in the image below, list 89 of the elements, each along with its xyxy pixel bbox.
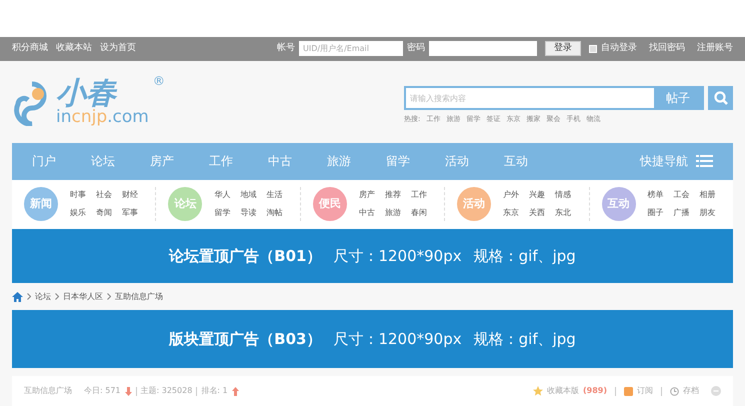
category-link[interactable]: 军事 [122,207,138,220]
star-icon [532,386,543,396]
nav-item[interactable]: 活动 [445,152,504,170]
rss-icon [624,386,633,396]
password-field[interactable] [429,41,537,56]
logo-name: 小春 [56,78,116,109]
collapse-icon [711,386,721,396]
nav-item[interactable]: 互动 [504,152,563,170]
chevron-icon [27,293,31,300]
ad-code: 论坛置顶广告（B01） [169,246,322,268]
category-link[interactable]: 娱乐 [70,207,86,220]
category-link[interactable]: 时事 [70,189,86,202]
category-link[interactable]: 地域 [240,189,256,202]
topic-count: 主题: 325028 [140,385,192,398]
nav-item[interactable]: 留学 [386,152,445,170]
category-link[interactable]: 华人 [214,189,230,202]
top-link[interactable]: 积分商城 [12,42,48,56]
nav-item[interactable]: 论坛 [91,152,150,170]
category-badge[interactable]: 互动 [602,187,636,222]
down-arrow-icon [124,386,132,396]
category-link[interactable]: 朋友 [700,207,716,220]
top-link[interactable]: 注册账号 [697,42,733,56]
category-link[interactable]: 相册 [700,189,716,202]
category-link[interactable]: 工会 [674,189,690,202]
nav-item[interactable]: 旅游 [327,152,386,170]
ad-size: 尺寸：1200*90px [333,246,462,268]
home-icon [12,292,23,302]
top-link[interactable]: 收藏本站 [56,42,92,56]
top-link[interactable]: 找回密码 [649,42,685,56]
ad-format: 规格：gif、jpg [474,328,576,350]
search-type-button[interactable]: 帖子 [654,88,702,108]
nav-item[interactable]: 房产 [150,152,209,170]
breadcrumb-link[interactable]: 互助信息广场 [115,290,163,303]
category-link[interactable]: 推荐 [384,189,401,202]
nav-item[interactable]: 工作 [209,152,268,170]
archive-link[interactable]: 存档 [683,385,699,398]
remember-checkbox[interactable] [589,44,597,53]
rank: 排名: 1 [201,385,228,398]
category-link[interactable]: 导读 [240,207,256,220]
category-link[interactable]: 户外 [503,189,520,202]
up-arrow-icon [232,386,239,396]
ad-size: 尺寸：1200*90px [333,328,462,350]
category-badge[interactable]: 新闻 [24,187,58,222]
category-link[interactable]: 广播 [674,207,690,220]
clock-icon [670,386,679,396]
password-label: 密码 [407,42,425,56]
favorite-link[interactable]: 收藏本版 [546,385,579,398]
remember-label: 自动登录 [601,42,637,56]
breadcrumb-link[interactable]: 日本华人区 [63,290,103,303]
category-link[interactable]: 关西 [529,207,546,220]
category-link[interactable]: 房产 [358,189,375,202]
chevron-icon [107,293,111,300]
category-link[interactable]: 奇闻 [96,207,112,220]
category-link[interactable]: 兴趣 [529,189,546,202]
account-label: 帐号 [277,42,295,56]
search-field[interactable]: 请输入搜索内容 帖子 [404,86,704,110]
category-link[interactable]: 东北 [555,207,572,220]
ad-format: 规格：gif、jpg [474,246,576,268]
top-link[interactable]: 设为首页 [100,42,136,56]
search-icon [714,91,728,106]
nav-item[interactable]: 门户 [32,152,91,170]
list-icon [696,155,713,168]
login-button[interactable]: 登录 [545,41,581,56]
today-count: 今日: 571 [84,385,121,398]
category-badge[interactable]: 便民 [312,187,347,222]
category-link[interactable]: 社会 [96,189,112,202]
category-link[interactable]: 生活 [266,189,282,202]
category-link[interactable]: 春闲 [410,207,427,220]
nav-item[interactable]: 中古 [268,152,327,170]
subscribe-link[interactable]: 订阅 [637,385,653,398]
breadcrumb-link[interactable]: 论坛 [35,290,51,303]
category-link[interactable]: 榜单 [648,189,664,202]
account-field[interactable]: UID/用户名/Email [299,41,403,56]
category-link[interactable]: 中古 [358,207,375,220]
category-link[interactable]: 财经 [122,189,138,202]
search-button[interactable] [708,86,733,110]
quick-nav-link[interactable]: 快捷导航 [640,152,688,170]
chevron-icon [55,293,59,300]
favorite-count: (989) [582,385,607,398]
forum-name: 互助信息广场 [24,385,72,398]
category-link[interactable]: 东京 [503,207,520,220]
category-link[interactable]: 留学 [214,207,230,220]
category-link[interactable]: 圈子 [648,207,664,220]
category-link[interactable]: 淘帖 [266,207,282,220]
logo-domain: incnjp.com [56,108,149,126]
ad-code: 版块置顶广告（B03） [169,328,322,350]
category-link[interactable]: 工作 [410,189,427,202]
category-link[interactable]: 情感 [555,189,572,202]
category-link[interactable]: 旅游 [384,207,401,220]
